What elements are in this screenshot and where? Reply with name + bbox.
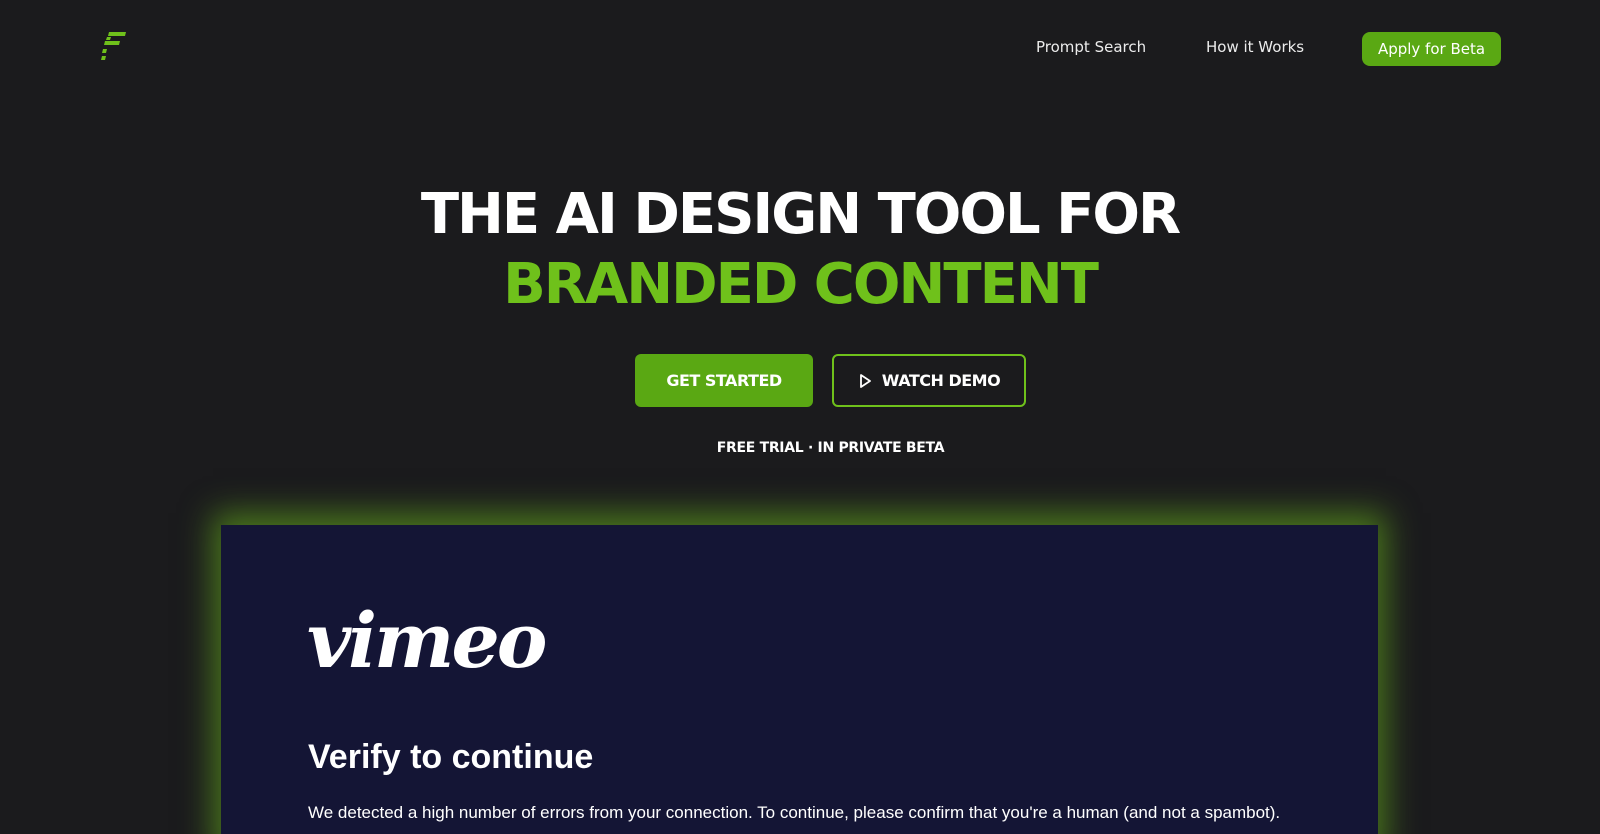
watch-demo-button[interactable]: WATCH DEMO [832, 354, 1026, 407]
get-started-button[interactable]: GET STARTED [635, 354, 813, 407]
nav-link-how-it-works[interactable]: How it Works [1206, 38, 1304, 56]
hero-tagline: FREE TRIAL · IN PRIVATE BETA [716, 440, 945, 456]
brand-logo-icon[interactable] [101, 31, 127, 61]
apply-for-beta-button[interactable]: Apply for Beta [1362, 32, 1501, 66]
hero-headline-line1: THE AI DESIGN TOOL FOR [420, 182, 1181, 247]
verify-title: Verify to continue [308, 738, 594, 776]
play-icon [859, 373, 871, 388]
get-started-label: GET STARTED [666, 371, 782, 390]
vimeo-logo: vimeo [307, 596, 547, 685]
hero-headline-line2: BRANDED CONTENT [503, 252, 1099, 317]
nav-link-prompt-search[interactable]: Prompt Search [1036, 38, 1146, 56]
watch-demo-label: WATCH DEMO [881, 371, 1001, 390]
video-embed[interactable]: vimeo Verify to continue We detected a h… [221, 525, 1378, 834]
page: Prompt Search How it Works Apply for Bet… [0, 0, 1600, 834]
verify-message: We detected a high number of errors from… [308, 803, 1281, 822]
